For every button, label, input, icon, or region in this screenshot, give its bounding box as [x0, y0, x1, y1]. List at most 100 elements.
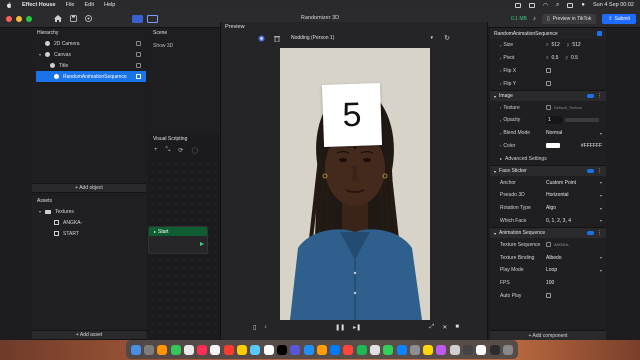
dock-app-icon[interactable] — [170, 344, 181, 355]
dock-app-icon[interactable] — [343, 344, 354, 355]
dock-app-icon[interactable] — [396, 344, 407, 355]
which-face-dropdown[interactable]: 0, 1, 2, 3, 4 ▾ — [546, 218, 602, 224]
asset-folder-textures[interactable]: ▾ Textures — [32, 206, 146, 217]
opacity-slider[interactable] — [565, 118, 599, 123]
dock-app-icon[interactable] — [237, 344, 248, 355]
asset-item-angka[interactable]: ANGKA- — [32, 217, 146, 228]
fit-view-icon[interactable]: ⤡ — [166, 147, 171, 154]
dock-app-icon[interactable] — [316, 344, 327, 355]
texture-binding-dropdown[interactable]: Albedo ▾ — [546, 255, 602, 261]
add-asset-button[interactable]: + Add asset — [32, 330, 146, 340]
add-component-button[interactable]: + Add component — [490, 330, 606, 340]
tiktok-icon[interactable]: ♪ — [533, 16, 536, 22]
dock-app-icon[interactable] — [210, 344, 221, 355]
dock-app-icon[interactable] — [449, 344, 460, 355]
texture-sequence-field[interactable]: ANGKA- — [554, 242, 569, 247]
toggle-icon[interactable] — [597, 31, 602, 36]
start-node[interactable]: ▸ Start — [148, 226, 208, 254]
phone-preview-icon[interactable]: ▯ — [253, 324, 256, 331]
dock-app-icon[interactable] — [130, 344, 141, 355]
dock-app-icon[interactable] — [330, 344, 341, 355]
dock-app-icon[interactable] — [383, 344, 394, 355]
add-node-icon[interactable]: + — [154, 147, 158, 154]
hierarchy-item-2d-camera[interactable]: 2D Camera — [32, 38, 146, 49]
size-x-field[interactable]: 512 — [552, 42, 560, 48]
dock-app-icon[interactable] — [423, 344, 434, 355]
play-mode-dropdown[interactable]: Loop ▾ — [546, 267, 602, 273]
menu-file[interactable]: File — [66, 2, 75, 8]
trash-icon[interactable] — [273, 34, 281, 42]
dock-app-icon[interactable] — [303, 344, 314, 355]
visibility-icon[interactable] — [136, 41, 141, 46]
dock-app-icon[interactable] — [409, 344, 420, 355]
control-center-icon[interactable] — [567, 2, 574, 8]
preview-viewport[interactable]: 5 — [280, 48, 430, 320]
fps-field[interactable]: 100 — [546, 280, 554, 286]
dock-app-icon[interactable] — [250, 344, 261, 355]
blend-mode-dropdown[interactable]: Normal ▾ — [546, 130, 602, 136]
step-forward-icon[interactable]: ▸❚ — [353, 324, 361, 331]
layout-default-icon[interactable] — [132, 14, 143, 23]
face-sticker-enabled-toggle[interactable] — [587, 169, 594, 174]
pivot-y-field[interactable]: 0.5 — [571, 55, 578, 61]
image-section-header[interactable]: ▾ Image ⋮ — [490, 90, 606, 102]
animation-enabled-toggle[interactable] — [587, 231, 594, 236]
auto-play-checkbox[interactable] — [546, 293, 551, 299]
menu-app-name[interactable]: Effect House — [22, 2, 56, 8]
rotation-type-dropdown[interactable]: Algo ▾ — [546, 205, 602, 211]
flip-x-checkbox[interactable] — [546, 68, 551, 74]
home-icon[interactable] — [54, 15, 62, 22]
preview-in-tiktok-button[interactable]: ▯ Preview in TikTok — [541, 13, 597, 24]
asset-item-start[interactable]: START — [32, 228, 146, 239]
tiktok-preview-icon[interactable]: ♪ — [264, 324, 267, 330]
image-enabled-toggle[interactable] — [587, 94, 594, 99]
wifi-icon[interactable]: ◠ — [543, 2, 548, 9]
dock-app-icon[interactable] — [157, 344, 168, 355]
dock-app-icon[interactable] — [197, 344, 208, 355]
pivot-x-field[interactable]: 0.5 — [552, 55, 559, 61]
hierarchy-item-random-animation-sequence[interactable]: RandomAnimationSequence — [36, 71, 146, 82]
dock-app-icon[interactable] — [290, 344, 301, 355]
dock-app-icon[interactable] — [276, 344, 287, 355]
more-options-icon[interactable]: ⋮ — [597, 168, 602, 174]
dock-app-icon[interactable] — [223, 344, 234, 355]
dock-app-icon[interactable] — [263, 344, 274, 355]
project-icon[interactable] — [84, 15, 92, 22]
more-options-icon[interactable]: ⋮ — [597, 230, 602, 236]
fullscreen-icon[interactable]: ⤢ — [430, 324, 435, 331]
expand-arrow-icon[interactable]: ▾ — [39, 209, 44, 214]
anchor-dropdown[interactable]: Custom Point ▾ — [546, 180, 602, 186]
dock-app-icon[interactable] — [463, 344, 474, 355]
submit-button[interactable]: ⇪ Submit — [602, 13, 636, 24]
zoom-window-icon[interactable] — [26, 15, 32, 22]
animation-sequence-section-header[interactable]: ▾ Animation Sequence ⋮ — [490, 227, 606, 239]
pause-icon[interactable]: ❚❚ — [335, 324, 345, 331]
circle-tool-icon[interactable]: ◯ — [191, 147, 198, 154]
dock-app-icon[interactable] — [183, 344, 194, 355]
color-swatch[interactable] — [546, 143, 560, 149]
hierarchy-item-canvas[interactable]: ▾ Canvas — [32, 49, 146, 60]
dock-app-icon[interactable] — [369, 344, 380, 355]
minimize-window-icon[interactable] — [16, 15, 22, 22]
collapse-arrow-icon[interactable]: ▾ — [494, 94, 496, 99]
face-sticker-section-header[interactable]: ▾ Face Sticker ⋮ — [490, 165, 606, 177]
reset-icon[interactable]: ⟳ — [178, 147, 183, 154]
texture-field[interactable]: Default_Texture — [554, 105, 582, 110]
dock-app-icon[interactable] — [476, 344, 487, 355]
expand-arrow-icon[interactable]: ▾ — [39, 52, 44, 57]
visibility-icon[interactable] — [136, 74, 141, 79]
color-hex-field[interactable]: #FFFFFF — [581, 143, 602, 149]
visibility-icon[interactable] — [136, 52, 141, 57]
collapse-arrow-icon[interactable]: ▾ — [494, 169, 496, 174]
mute-icon[interactable]: ✕ — [442, 324, 447, 331]
more-options-icon[interactable]: ⋮ — [597, 93, 602, 99]
dock-app-icon[interactable] — [143, 344, 154, 355]
advanced-settings-row[interactable]: ▸ Advanced Settings — [490, 152, 606, 165]
layout-split-icon[interactable] — [147, 14, 158, 23]
menu-help[interactable]: Help — [104, 2, 115, 8]
object-name-field[interactable]: RandomAnimationSequence — [494, 31, 558, 37]
dock-app-icon[interactable] — [436, 344, 447, 355]
exec-output-port-icon[interactable] — [200, 242, 204, 246]
save-icon[interactable] — [69, 15, 77, 22]
camera-switch-icon[interactable] — [257, 34, 265, 42]
